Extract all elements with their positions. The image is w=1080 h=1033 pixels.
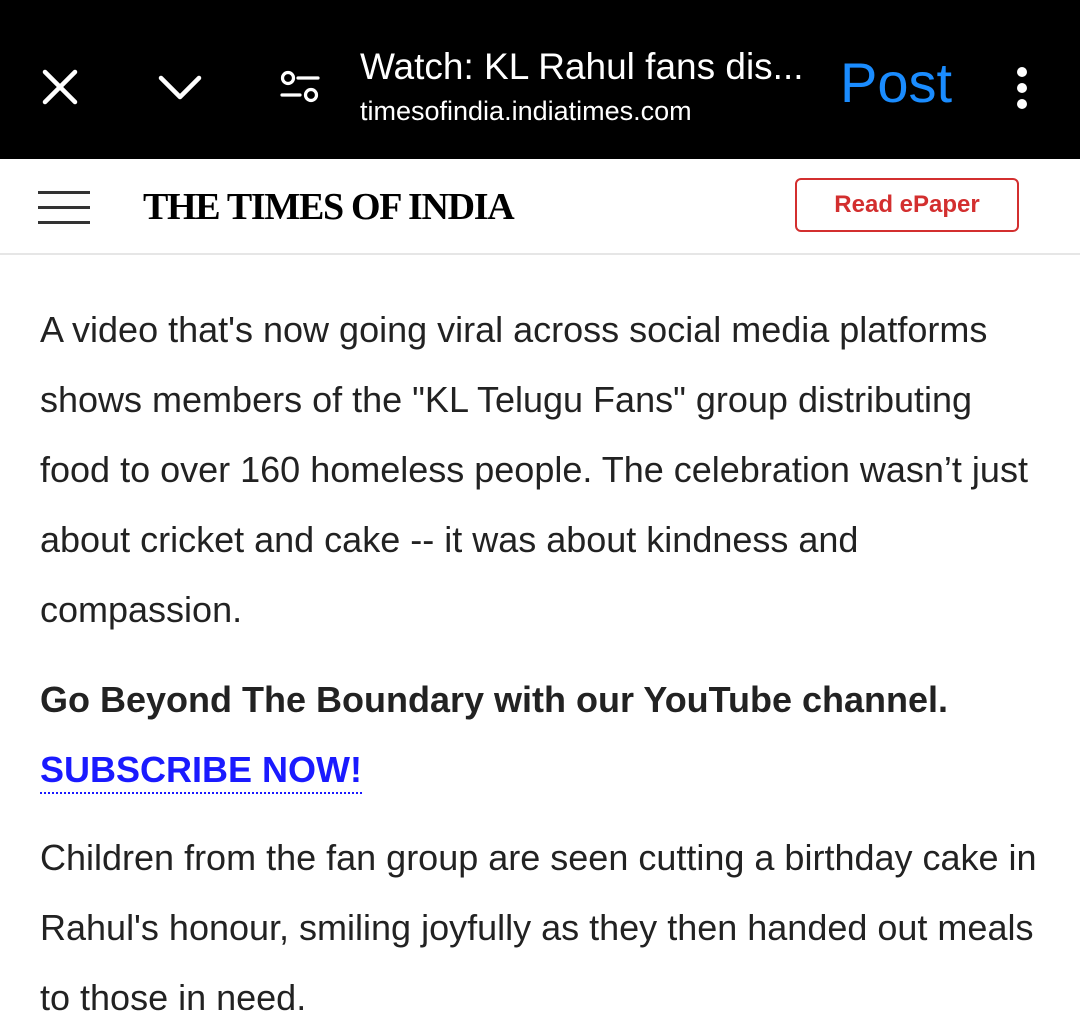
hamburger-icon	[38, 191, 90, 194]
close-button[interactable]	[30, 62, 90, 112]
subscribe-link[interactable]: SUBSCRIBE NOW!	[40, 748, 362, 794]
page-url: timesofindia.indiatimes.com	[360, 96, 692, 126]
page-title: Watch: KL Rahul fans dis...	[360, 46, 804, 87]
tune-icon	[280, 70, 320, 103]
menu-button[interactable]	[38, 189, 92, 225]
minimize-button[interactable]	[150, 62, 210, 112]
browser-top-bar: Watch: KL Rahul fans dis... timesofindia…	[0, 0, 1080, 159]
site-header: THE TIMES OF INDIA Read ePaper	[0, 159, 1080, 255]
article-paragraph: Children from the fan group are seen cut…	[40, 837, 1037, 1018]
article-paragraph: A video that's now going viral across so…	[40, 309, 1028, 630]
cta-text: Go Beyond The Boundary with our YouTube …	[40, 679, 949, 720]
chevron-down-icon	[158, 75, 202, 100]
post-button[interactable]: Post	[840, 50, 952, 116]
youtube-cta: Go Beyond The Boundary with our YouTube …	[40, 665, 1050, 805]
hamburger-icon-line	[38, 221, 90, 224]
close-icon	[42, 69, 78, 105]
more-vert-icon	[1017, 67, 1027, 109]
page-info[interactable]: Watch: KL Rahul fans dis... timesofindia…	[360, 44, 830, 128]
site-logo[interactable]: THE TIMES OF INDIA	[143, 185, 515, 229]
hamburger-icon-line	[38, 206, 90, 209]
more-options-button[interactable]	[996, 58, 1048, 118]
read-epaper-button[interactable]: Read ePaper	[795, 178, 1019, 232]
page-settings-button[interactable]	[272, 62, 328, 112]
article-body: A video that's now going viral across so…	[40, 295, 1050, 1033]
